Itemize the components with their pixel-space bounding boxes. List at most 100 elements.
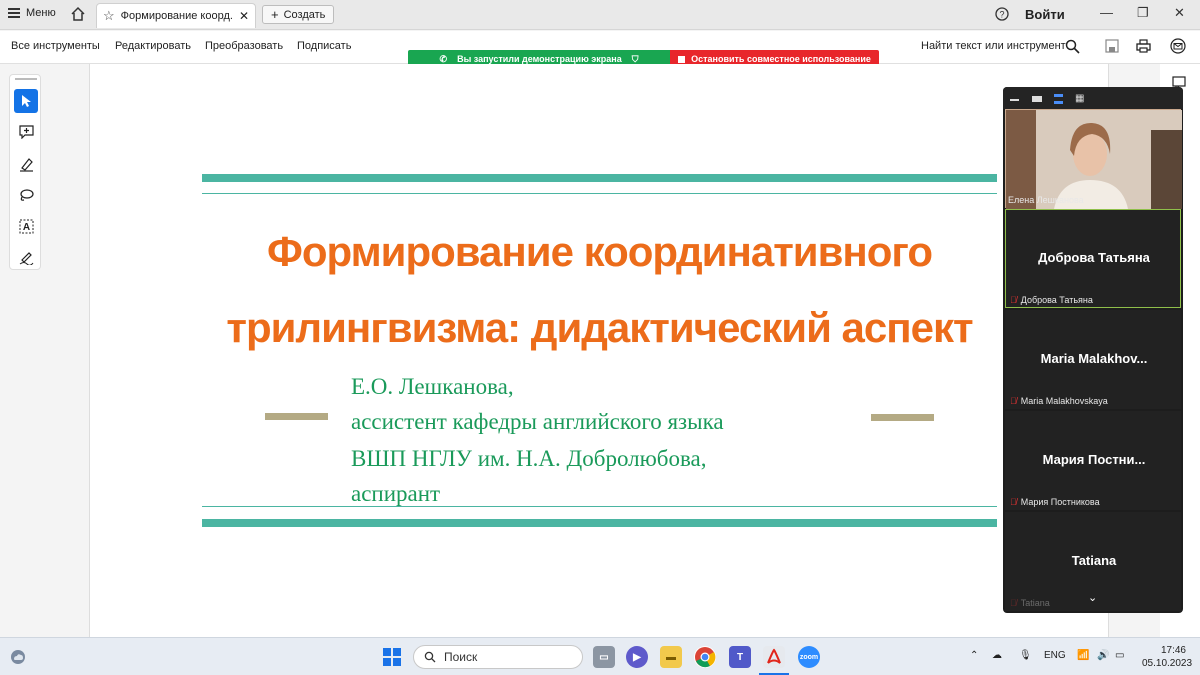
participant-tile[interactable]: Мария Постни... 🎙̸ Мария Постникова <box>1005 411 1181 510</box>
toolbar-edit[interactable]: Редактировать <box>115 40 191 52</box>
chrome-icon[interactable] <box>694 646 716 668</box>
weather-icon[interactable] <box>10 649 26 668</box>
stop-sharing-label: Остановить совместное использование <box>691 54 871 64</box>
sign-icon[interactable] <box>14 245 38 269</box>
select-cursor-icon[interactable] <box>14 89 38 113</box>
draw-freeform-icon[interactable] <box>14 183 38 207</box>
highlight-pen-icon[interactable] <box>14 152 38 176</box>
author-affiliation: ВШП НГЛУ им. Н.А. Добролюбова, <box>351 446 707 471</box>
home-icon[interactable] <box>70 6 86 25</box>
document-tab[interactable]: ☆ Формирование коорд... ✕ <box>96 3 256 28</box>
zoom-app-icon[interactable]: zoom <box>798 646 820 668</box>
menu-label: Меню <box>26 7 56 19</box>
share-mail-icon[interactable] <box>1170 38 1186 57</box>
quick-tools-panel: A <box>9 74 41 270</box>
muted-mic-icon: 🎙̸ <box>1010 497 1017 507</box>
left-dash-decoration <box>265 413 328 420</box>
panel-grip[interactable] <box>15 78 37 80</box>
search-icon <box>424 651 436 663</box>
signin-button[interactable]: Войти <box>1025 7 1065 22</box>
hamburger-icon <box>8 8 20 18</box>
new-tab-button[interactable]: + Создать <box>262 5 335 24</box>
screen-share-status-text: Вы запустили демонстрацию экрана <box>457 54 622 64</box>
right-dash-decoration <box>871 414 934 421</box>
participant-name: Елена Лешканова <box>1008 195 1084 205</box>
document-tab-title: Формирование коорд... <box>120 10 233 22</box>
menu-button[interactable]: Меню <box>8 7 56 19</box>
text-box-icon[interactable]: A <box>14 214 38 238</box>
svg-text:?: ? <box>999 10 1004 20</box>
battery-icon[interactable]: ▭ <box>1115 650 1124 661</box>
shield-icon: ⛉ <box>631 53 639 64</box>
taskbar-search-placeholder: Поиск <box>444 650 478 664</box>
clock-time: 17:46 <box>1160 645 1186 656</box>
gallery-view-icon[interactable]: ▦ <box>1075 93 1085 104</box>
slide-title-line-1: Формирование координативного <box>266 228 933 275</box>
close-window-icon[interactable]: ✕ <box>1174 5 1185 21</box>
participant-display-name: Доброва Татьяна <box>1038 250 1150 265</box>
top-teal-bar <box>202 174 997 182</box>
print-icon[interactable] <box>1136 39 1151 56</box>
phone-icon: ✆ <box>439 53 448 64</box>
teams-chat-icon[interactable]: ▶ <box>626 646 648 668</box>
participant-display-name: Maria Malakhov... <box>1040 351 1148 366</box>
search-icon[interactable] <box>1065 39 1080 57</box>
file-explorer-icon[interactable]: ▬ <box>660 646 682 668</box>
save-icon[interactable] <box>1105 39 1119 56</box>
wifi-icon[interactable]: 📶 <box>1077 650 1089 661</box>
stop-icon <box>678 55 686 63</box>
participant-name: Доброва Татьяна <box>1020 295 1093 305</box>
windows-start-icon[interactable] <box>383 648 401 669</box>
language-indicator[interactable]: ENG <box>1044 650 1066 661</box>
restore-icon[interactable]: ❐ <box>1137 5 1149 21</box>
taskbar-search[interactable]: Поиск <box>413 645 583 669</box>
participant-name: Tatiana <box>1020 598 1050 608</box>
top-teal-line <box>202 193 997 194</box>
toolbar-convert[interactable]: Преобразовать <box>205 40 283 52</box>
participant-label: 🎙̸ Maria Malakhovskaya <box>1010 396 1108 406</box>
clock-date: 05.10.2023 <box>1142 658 1193 669</box>
find-text-field[interactable]: Найти текст или инструмент <box>921 40 1066 52</box>
muted-mic-icon: 🎙̸ <box>1010 396 1017 406</box>
cloud-icon[interactable]: ☁ <box>992 650 1002 661</box>
participant-name: Maria Malakhovskaya <box>1020 396 1108 406</box>
zoom-panel-header: ▦ <box>1003 87 1183 109</box>
participant-tile[interactable]: Tatiana 🎙̸ Tatiana ⌄ <box>1005 512 1181 611</box>
clock[interactable]: 17:46 05.10.2023 <box>1142 644 1193 670</box>
task-view-icon[interactable]: ▭ <box>593 646 615 668</box>
participant-display-name: Мария Постни... <box>1042 452 1146 467</box>
plus-icon: + <box>271 7 279 22</box>
minimize-icon[interactable]: — <box>1100 5 1113 20</box>
taskbar: Поиск ▭ ▶ ▬ T zoom ⌃ ☁ 🎙 ENG 📶 🔊 ▭ 17:46… <box>0 637 1200 675</box>
tab-bar: Меню ☆ Формирование коорд... ✕ + Создать… <box>0 0 1200 30</box>
participant-tile-video[interactable]: Елена Лешканова <box>1005 109 1182 209</box>
chevron-up-icon[interactable]: ⌃ <box>970 650 978 661</box>
volume-icon[interactable]: 🔊 <box>1097 650 1109 661</box>
slide-title-line-2: трилингвизма: дидактический аспект <box>226 304 973 351</box>
strip-view-icon[interactable] <box>1054 94 1063 104</box>
svg-text:A: A <box>22 222 29 233</box>
participant-tile[interactable]: Доброва Татьяна 🎙̸ Доброва Татьяна <box>1005 209 1181 308</box>
acrobat-icon[interactable] <box>763 646 785 668</box>
minimize-icon[interactable] <box>1010 99 1019 101</box>
help-icon[interactable]: ? <box>995 7 1009 24</box>
author-position: ассистент кафедры английского языка <box>351 409 724 434</box>
participant-label: 🎙̸ Tatiana <box>1010 598 1050 608</box>
toolbar-sign[interactable]: Подписать <box>297 40 351 52</box>
participant-label: Елена Лешканова <box>1008 195 1084 205</box>
bottom-teal-bar <box>202 519 997 527</box>
microphone-icon[interactable]: 🎙 <box>1019 650 1032 661</box>
participant-tile[interactable]: Maria Malakhov... 🎙̸ Maria Malakhovskaya <box>1005 310 1181 409</box>
muted-mic-icon: 🎙̸ <box>1010 598 1017 608</box>
teams-icon[interactable]: T <box>729 646 751 668</box>
bottom-teal-line <box>202 506 997 507</box>
close-tab-icon[interactable]: ✕ <box>239 9 249 23</box>
participant-label: 🎙̸ Мария Постникова <box>1010 497 1100 507</box>
speaker-view-icon[interactable] <box>1032 96 1042 102</box>
author-name: Е.О. Лешканова, <box>351 374 514 399</box>
toolbar-all-tools[interactable]: Все инструменты <box>11 40 100 52</box>
chevron-down-icon[interactable]: ⌄ <box>1088 591 1097 604</box>
participant-name: Мария Постникова <box>1020 497 1100 507</box>
add-comment-icon[interactable] <box>14 120 38 144</box>
star-icon[interactable]: ☆ <box>103 8 115 24</box>
